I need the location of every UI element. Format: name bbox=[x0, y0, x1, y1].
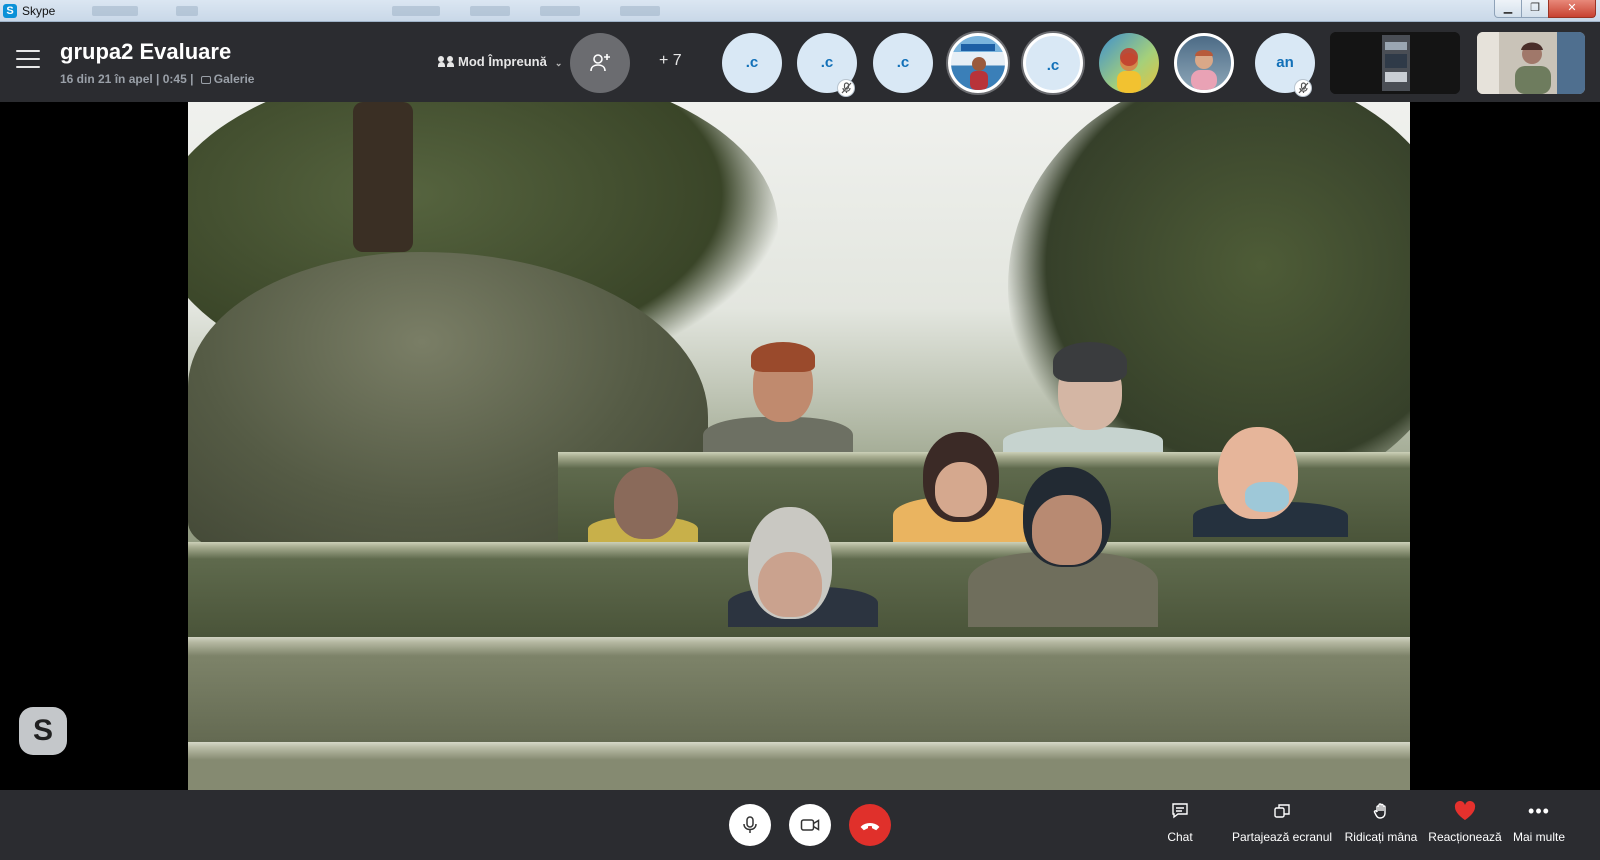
call-controls-bar: Chat Partajează ecranul Ridicați mâna Re… bbox=[0, 790, 1600, 860]
stone-step bbox=[188, 637, 1410, 742]
together-mode-stage bbox=[188, 102, 1410, 790]
participant-avatar[interactable]: .c bbox=[873, 33, 933, 93]
react-label: Reacționează bbox=[1428, 830, 1502, 844]
participant-avatar-photo[interactable] bbox=[948, 33, 1008, 93]
share-screen-icon bbox=[1274, 804, 1290, 818]
taskbar-blur bbox=[470, 6, 510, 16]
skype-watermark-icon: S bbox=[19, 707, 67, 755]
gallery-icon bbox=[200, 76, 211, 84]
taskbar-blur bbox=[392, 6, 440, 16]
share-screen-button[interactable]: Partajează ecranul bbox=[1222, 800, 1342, 844]
self-video-thumbnail[interactable] bbox=[1477, 32, 1585, 94]
hamburger-icon bbox=[16, 50, 40, 52]
skype-logo-icon: S bbox=[3, 4, 17, 18]
video-camera-icon bbox=[800, 819, 820, 831]
video-feed-icon bbox=[1477, 32, 1585, 94]
video-feed-icon bbox=[1330, 32, 1460, 94]
share-screen-label: Partajează ecranul bbox=[1231, 830, 1333, 844]
minimize-icon: ▁ bbox=[1503, 2, 1513, 14]
call-header: grupa2 Evaluare 16 din 21 în apel | 0:45… bbox=[0, 22, 1600, 102]
call-title: grupa2 Evaluare bbox=[60, 39, 232, 64]
participant-avatar[interactable]: .c bbox=[722, 33, 782, 93]
os-title-bar: S Skype ▁ ❐ ✕ bbox=[0, 0, 1600, 22]
participant-photo-icon bbox=[1191, 50, 1217, 90]
microphone-icon bbox=[743, 816, 757, 833]
more-participants-button[interactable]: + 7 bbox=[659, 52, 682, 70]
raise-hand-icon bbox=[1373, 803, 1386, 819]
raise-hand-button[interactable]: Ridicați mâna bbox=[1343, 800, 1419, 844]
participant-avatar-photo[interactable] bbox=[1099, 33, 1159, 93]
minimize-button[interactable]: ▁ bbox=[1494, 0, 1522, 18]
add-person-icon bbox=[590, 54, 610, 72]
group-icon bbox=[438, 56, 454, 67]
taskbar-blur bbox=[540, 6, 580, 16]
more-options-button[interactable]: ••• Mai multe bbox=[1511, 800, 1567, 844]
close-icon: ✕ bbox=[1567, 2, 1577, 14]
window-title: Skype bbox=[22, 4, 56, 18]
together-mode-label: Mod Împreună bbox=[458, 54, 547, 69]
chat-icon bbox=[1172, 803, 1188, 819]
muted-mic-icon bbox=[1294, 79, 1312, 97]
react-button[interactable]: Reacționează bbox=[1425, 800, 1505, 844]
hang-up-icon bbox=[860, 823, 880, 831]
hang-up-button[interactable] bbox=[849, 804, 891, 846]
participant-photo-icon bbox=[1117, 48, 1141, 93]
heart-icon bbox=[1454, 801, 1476, 820]
participant-avatar-photo[interactable] bbox=[1174, 33, 1234, 93]
participant-avatar[interactable]: .c bbox=[1023, 33, 1083, 93]
raise-hand-label: Ridicați mâna bbox=[1344, 830, 1418, 844]
call-status: 16 din 21 în apel | 0:45 | Galerie bbox=[60, 72, 254, 86]
taskbar-blur bbox=[620, 6, 660, 16]
participant-photo-icon bbox=[961, 44, 995, 90]
taskbar-blur bbox=[92, 6, 138, 16]
tree-trunk bbox=[353, 102, 413, 252]
together-mode-button[interactable]: Mod Împreună ⌄ bbox=[438, 54, 562, 69]
toggle-video-button[interactable] bbox=[789, 804, 831, 846]
more-icon: ••• bbox=[1528, 801, 1550, 821]
restore-icon: ❐ bbox=[1530, 2, 1540, 14]
close-window-button[interactable]: ✕ bbox=[1548, 0, 1596, 18]
call-status-text: 16 din 21 în apel | 0:45 | bbox=[60, 72, 194, 86]
screen-share-thumbnail[interactable] bbox=[1330, 32, 1460, 94]
add-participant-button[interactable] bbox=[570, 33, 630, 93]
muted-mic-icon bbox=[837, 79, 855, 97]
chat-button[interactable]: Chat bbox=[1160, 800, 1200, 844]
hamburger-menu-button[interactable] bbox=[16, 50, 40, 68]
stone-step bbox=[188, 742, 1410, 790]
gallery-view-label[interactable]: Galerie bbox=[214, 72, 255, 86]
taskbar-blur bbox=[176, 6, 198, 16]
restore-button[interactable]: ❐ bbox=[1521, 0, 1549, 18]
more-options-label: Mai multe bbox=[1512, 830, 1565, 844]
chevron-down-icon: ⌄ bbox=[554, 58, 563, 68]
mute-microphone-button[interactable] bbox=[729, 804, 771, 846]
chat-label: Chat bbox=[1167, 830, 1193, 844]
